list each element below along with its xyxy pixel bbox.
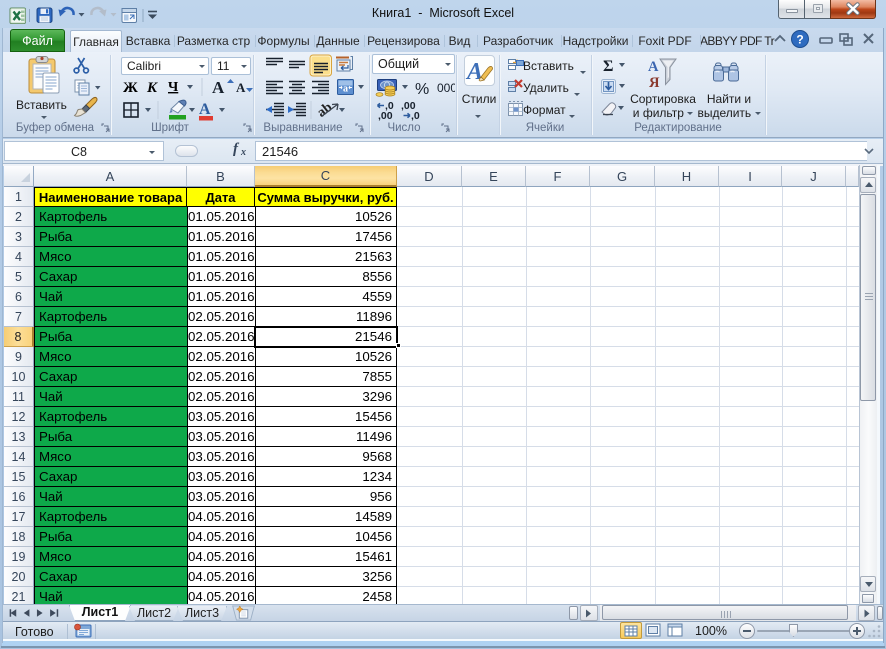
svg-text:a: a <box>343 84 348 95</box>
svg-text:?: ? <box>796 33 803 47</box>
svg-text:А: А <box>199 101 211 118</box>
svg-text:Ж: Ж <box>123 80 138 96</box>
svg-text:А: А <box>648 59 659 75</box>
svg-text:ab: ab <box>315 100 336 121</box>
svg-text:Σ: Σ <box>603 58 613 75</box>
svg-text:K: K <box>146 80 158 96</box>
svg-text:000: 000 <box>437 81 455 95</box>
svg-text:Ч: Ч <box>168 80 179 95</box>
svg-text:Я: Я <box>649 75 660 91</box>
svg-text:А: А <box>236 80 246 95</box>
svg-text:А: А <box>212 78 225 97</box>
svg-text:,0: ,0 <box>411 110 420 122</box>
svg-text:%: % <box>415 81 429 98</box>
svg-text:,00: ,00 <box>378 110 393 122</box>
